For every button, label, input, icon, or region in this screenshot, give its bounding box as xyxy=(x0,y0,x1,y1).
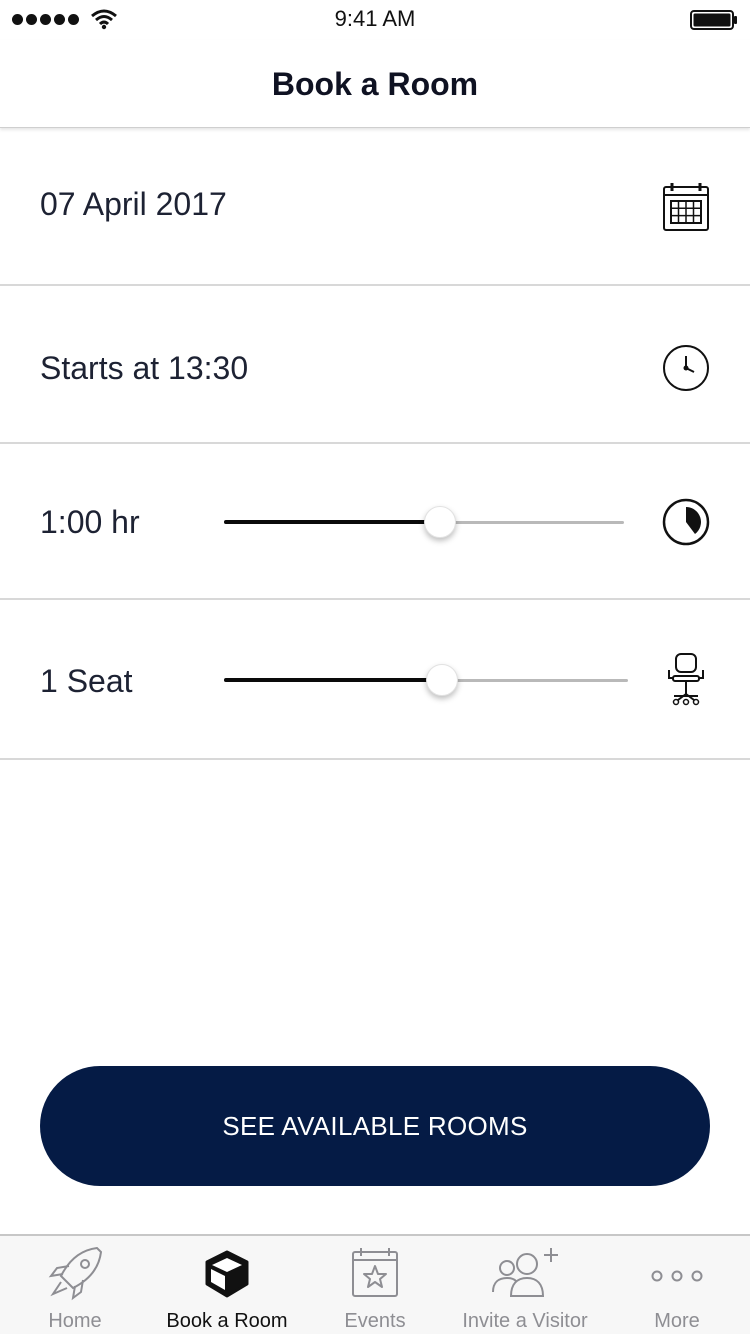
seats-row: 1 Seat xyxy=(0,600,750,760)
book-room-screen: 9:41 AM Book a Room 07 April 2017 Starts… xyxy=(0,0,750,1334)
duration-row: 1:00 hr xyxy=(0,444,750,600)
tab-invite-a-visitor[interactable]: Invite a Visitor xyxy=(450,1236,600,1334)
duration-slider[interactable] xyxy=(224,502,624,542)
tab-more[interactable]: More xyxy=(602,1236,750,1334)
see-available-rooms-button[interactable]: SEE AVAILABLE ROOMS xyxy=(40,1066,710,1186)
tab-book-a-room[interactable]: Book a Room xyxy=(152,1236,302,1334)
calendar-star-icon xyxy=(352,1248,398,1297)
status-bar: 9:41 AM xyxy=(0,0,750,40)
tab-book-a-room-label: Book a Room xyxy=(166,1310,288,1332)
seats-slider-fill xyxy=(224,678,443,682)
tab-home[interactable]: Home xyxy=(0,1236,150,1334)
duration-slider-thumb[interactable] xyxy=(424,506,456,538)
add-people-icon xyxy=(492,1248,558,1297)
start-time-value: Starts at 13:30 xyxy=(40,350,249,386)
duration-value: 1:00 hr xyxy=(40,504,140,540)
duration-pie-icon xyxy=(662,498,710,546)
status-time: 9:41 AM xyxy=(334,6,416,31)
date-value: 07 April 2017 xyxy=(40,186,227,222)
duration-slider-fill xyxy=(224,520,440,524)
tab-more-label: More xyxy=(654,1310,700,1332)
more-dots-icon xyxy=(651,1270,703,1282)
tab-bar: Home Book a Room Events Invite a Visitor… xyxy=(0,1234,750,1334)
page-title: Book a Room xyxy=(271,66,479,102)
clock-icon[interactable] xyxy=(662,344,710,392)
office-chair-icon xyxy=(668,653,704,706)
rocket-icon xyxy=(48,1246,103,1301)
calendar-icon[interactable] xyxy=(662,182,710,232)
seats-value: 1 Seat xyxy=(40,663,133,699)
tab-invite-a-visitor-label: Invite a Visitor xyxy=(462,1310,588,1332)
seats-slider[interactable] xyxy=(224,660,628,700)
start-time-row[interactable]: Starts at 13:30 xyxy=(0,286,750,444)
cube-icon xyxy=(205,1250,249,1298)
tab-events-label: Events xyxy=(344,1310,406,1332)
battery-icon xyxy=(690,10,737,30)
navigation-bar: Book a Room xyxy=(0,40,750,128)
tab-events[interactable]: Events xyxy=(300,1236,450,1334)
date-row[interactable]: 07 April 2017 xyxy=(0,128,750,286)
seats-slider-thumb[interactable] xyxy=(426,664,459,696)
tab-home-label: Home xyxy=(48,1310,102,1332)
